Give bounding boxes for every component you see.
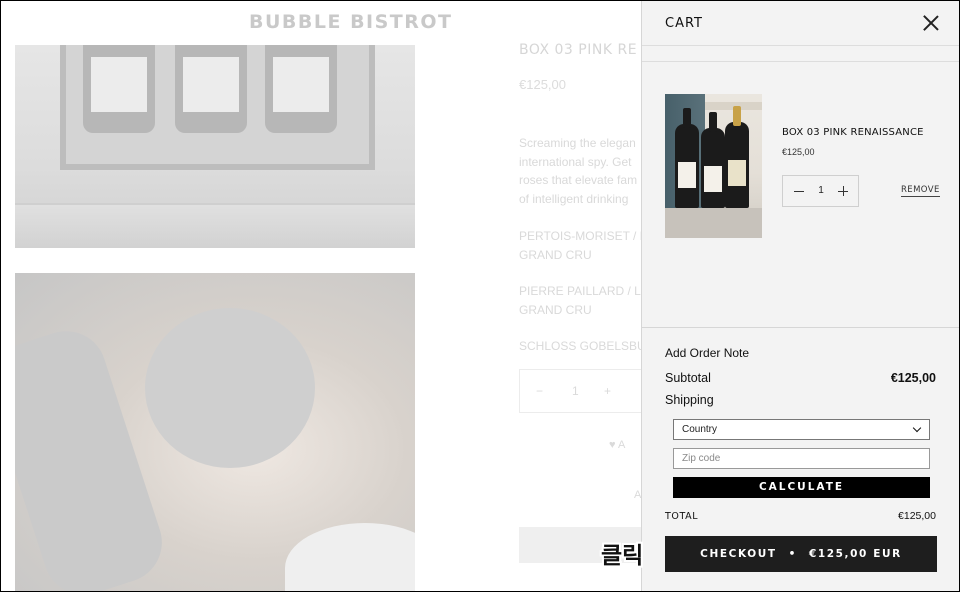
shelf-shape [15,203,415,248]
bottle-shape [675,108,699,208]
product-image-crate[interactable] [15,45,415,248]
description-line: of intelligent drinking [519,191,629,206]
checkout-label: CHECKOUT [700,548,777,560]
divider [642,327,959,328]
wine-item: PERTOIS-MORISET / L GRAND CRU [519,227,644,265]
page-quantity-value: 1 [572,384,579,398]
zip-code-input[interactable] [673,448,930,469]
subtotal-label: Subtotal [665,371,711,385]
country-select[interactable]: Country [673,419,930,440]
page-plus-icon[interactable]: + [604,384,611,398]
country-select-value: Country [682,424,718,435]
click-annotation: 클릭 [601,543,644,569]
quantity-stepper: 1 [782,175,859,207]
add-order-note-link[interactable]: Add Order Note [665,346,749,360]
checkout-amount: €125,00 EUR [808,548,902,560]
shipping-label: Shipping [665,393,714,407]
quantity-value[interactable]: 1 [816,185,826,196]
product-title: BOX 03 PINK RE [519,42,638,58]
total-value: €125,00 [898,510,936,522]
page-quantity-stepper: − 1 + [519,369,644,413]
product-price: €125,00 [519,77,566,92]
image-shape [665,208,762,238]
wishlist-link[interactable]: ♥ A [609,439,625,451]
cart-item-price: €125,00 [782,147,815,157]
divider [642,61,959,62]
wine-line: GRAND CRU [519,248,592,262]
wine-line: PERTOIS-MORISET / L [519,229,644,243]
page-minus-icon[interactable]: − [536,384,543,398]
wine-line: PIERRE PAILLARD / L [519,284,641,298]
wine-line: SCHLOSS GOBELSBU [519,339,644,353]
image-shape [285,523,415,591]
description-line: Screaming the elegan [519,136,636,150]
image-shape [145,308,315,468]
wine-item: SCHLOSS GOBELSBU [519,337,644,356]
cart-item-image[interactable] [665,94,762,238]
checkout-button[interactable]: CHECKOUT • €125,00 EUR [665,536,937,572]
cart-title: CART [665,16,703,31]
calculate-button[interactable]: CALCULATE [673,477,930,498]
description-line: international spy. Get [519,154,632,169]
description-line: roses that elevate fam [519,173,638,187]
plus-icon[interactable] [837,184,851,198]
browser-viewport: BUBBLE BISTROT BOX 03 PINK RE €125,00 Sc… [0,0,960,592]
total-label: TOTAL [665,511,699,522]
subtotal-value: €125,00 [890,371,936,385]
bottle-shape [83,45,155,133]
wine-line: GRAND CRU [519,303,592,317]
bottle-shape [175,45,247,133]
remove-link[interactable]: REMOVE [901,185,940,197]
chevron-down-icon [912,423,922,433]
product-description: Screaming the elegan international spy. … [519,134,644,208]
site-logo[interactable]: BUBBLE BISTROT [249,11,453,33]
bottle-shape [725,106,749,208]
bottle-shape [265,45,337,133]
close-icon[interactable] [922,14,940,32]
product-image-bottles[interactable] [15,273,415,591]
bottle-shape [701,112,725,208]
wine-item: PIERRE PAILLARD / L GRAND CRU [519,282,644,320]
cart-header: CART [642,1,959,46]
minus-icon[interactable] [793,184,807,198]
checkout-separator: • [788,548,797,560]
cart-item-name[interactable]: BOX 03 PINK RENAISSANCE [782,127,924,138]
cart-drawer: CART BOX 03 PINK RENAISSANCE €125,00 1 R… [641,1,959,591]
